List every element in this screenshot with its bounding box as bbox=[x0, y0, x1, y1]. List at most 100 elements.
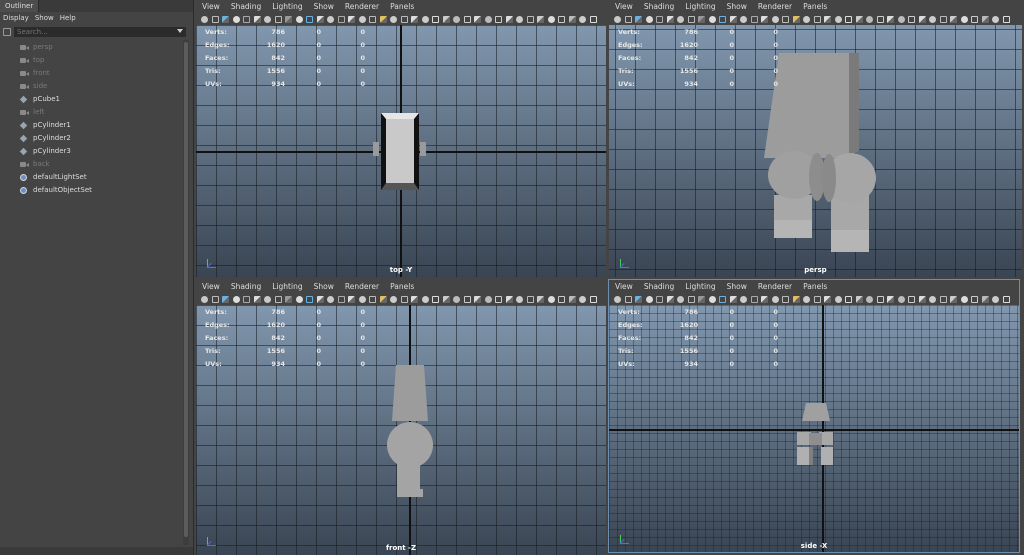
toolbar-icon[interactable] bbox=[568, 16, 576, 23]
toolbar-icon[interactable] bbox=[264, 296, 271, 303]
toolbar-icon[interactable] bbox=[579, 16, 586, 23]
toolbar-icon[interactable] bbox=[411, 16, 418, 23]
viewport-menu-shading[interactable]: Shading bbox=[644, 280, 674, 294]
toolbar-icon[interactable] bbox=[939, 16, 947, 23]
toolbar-icon[interactable] bbox=[537, 296, 544, 303]
toolbar-icon[interactable] bbox=[327, 16, 334, 23]
viewport-menu-show[interactable]: Show bbox=[314, 280, 334, 294]
toolbar-icon[interactable] bbox=[516, 296, 523, 303]
toolbar-icon[interactable] bbox=[887, 16, 894, 23]
viewport-menu-shading[interactable]: Shading bbox=[231, 0, 261, 14]
toolbar-icon[interactable] bbox=[992, 296, 999, 303]
toolbar-icon[interactable] bbox=[526, 16, 534, 23]
viewport-menu-lighting[interactable]: Lighting bbox=[272, 280, 302, 294]
toolbar-icon[interactable] bbox=[316, 16, 324, 23]
toolbar-icon[interactable] bbox=[400, 296, 408, 303]
outliner-search-input[interactable] bbox=[14, 27, 186, 37]
viewport-canvas[interactable]: Verts: 786 0 0 Edges: 1620 0 0 Faces: 842 0 0 Tris: 1… bbox=[609, 305, 1019, 553]
toolbar-icon[interactable] bbox=[782, 296, 789, 303]
toolbar-icon[interactable] bbox=[547, 16, 555, 23]
toolbar-icon[interactable] bbox=[771, 16, 779, 23]
toolbar-icon[interactable] bbox=[866, 296, 873, 303]
outliner-item[interactable]: pCylinder1 bbox=[0, 119, 183, 132]
toolbar-icon[interactable] bbox=[558, 296, 565, 303]
outliner-menu-show[interactable]: Show bbox=[35, 12, 54, 24]
toolbar-icon[interactable] bbox=[589, 296, 597, 303]
toolbar-icon[interactable] bbox=[579, 296, 586, 303]
toolbar-icon[interactable] bbox=[495, 16, 502, 23]
toolbar-icon[interactable] bbox=[348, 16, 355, 23]
toolbar-icon[interactable] bbox=[614, 296, 621, 303]
toolbar-icon[interactable] bbox=[421, 296, 429, 303]
toolbar-icon[interactable] bbox=[474, 296, 481, 303]
toolbar-icon[interactable] bbox=[614, 16, 621, 23]
toolbar-icon[interactable] bbox=[306, 16, 313, 23]
toolbar-icon[interactable] bbox=[918, 296, 926, 303]
toolbar-icon[interactable] bbox=[295, 16, 303, 23]
viewport-canvas[interactable]: Verts: 786 0 0 Edges: 1620 0 0 Faces: 842 0 0 Tris: 1… bbox=[196, 25, 606, 277]
toolbar-icon[interactable] bbox=[327, 296, 334, 303]
toolbar-icon[interactable] bbox=[845, 16, 852, 23]
toolbar-icon[interactable] bbox=[505, 296, 513, 303]
viewport-menu-view[interactable]: View bbox=[202, 0, 220, 14]
viewport-menu-show[interactable]: Show bbox=[314, 0, 334, 14]
toolbar-icon[interactable] bbox=[971, 296, 978, 303]
toolbar-icon[interactable] bbox=[855, 296, 863, 303]
toolbar-icon[interactable] bbox=[687, 16, 695, 23]
toolbar-icon[interactable] bbox=[442, 296, 450, 303]
toolbar-icon[interactable] bbox=[792, 296, 800, 303]
toolbar-icon[interactable] bbox=[750, 16, 758, 23]
toolbar-icon[interactable] bbox=[708, 296, 716, 303]
toolbar-icon[interactable] bbox=[876, 296, 884, 303]
outliner-scrollbar[interactable] bbox=[183, 40, 189, 545]
toolbar-icon[interactable] bbox=[369, 16, 376, 23]
toolbar-icon[interactable] bbox=[453, 16, 460, 23]
toolbar-icon[interactable] bbox=[908, 296, 915, 303]
toolbar-icon[interactable] bbox=[677, 296, 684, 303]
toolbar-icon[interactable] bbox=[316, 296, 324, 303]
toolbar-icon[interactable] bbox=[698, 296, 705, 303]
toolbar-icon[interactable] bbox=[558, 16, 565, 23]
toolbar-icon[interactable] bbox=[432, 16, 439, 23]
toolbar-icon[interactable] bbox=[264, 16, 271, 23]
toolbar-icon[interactable] bbox=[719, 296, 726, 303]
toolbar-icon[interactable] bbox=[635, 296, 642, 303]
toolbar-icon[interactable] bbox=[887, 296, 894, 303]
viewport-menu-view[interactable]: View bbox=[615, 280, 633, 294]
toolbar-icon[interactable] bbox=[379, 16, 387, 23]
viewport-menu-view[interactable]: View bbox=[202, 280, 220, 294]
toolbar-icon[interactable] bbox=[537, 16, 544, 23]
toolbar-icon[interactable] bbox=[222, 296, 229, 303]
toolbar-icon[interactable] bbox=[306, 296, 313, 303]
toolbar-icon[interactable] bbox=[358, 16, 366, 23]
outliner-item[interactable]: side bbox=[0, 80, 183, 93]
toolbar-icon[interactable] bbox=[666, 16, 674, 23]
toolbar-icon[interactable] bbox=[358, 296, 366, 303]
toolbar-icon[interactable] bbox=[222, 16, 229, 23]
toolbar-icon[interactable] bbox=[505, 16, 513, 23]
toolbar-icon[interactable] bbox=[201, 16, 208, 23]
toolbar-icon[interactable] bbox=[992, 16, 999, 23]
toolbar-icon[interactable] bbox=[960, 16, 968, 23]
toolbar-icon[interactable] bbox=[211, 296, 219, 303]
toolbar-icon[interactable] bbox=[274, 296, 282, 303]
toolbar-icon[interactable] bbox=[855, 16, 863, 23]
toolbar-icon[interactable] bbox=[285, 16, 292, 23]
viewport-menu-lighting[interactable]: Lighting bbox=[272, 0, 302, 14]
viewport-menu-show[interactable]: Show bbox=[727, 280, 747, 294]
viewport-menu-show[interactable]: Show bbox=[727, 0, 747, 14]
toolbar-icon[interactable] bbox=[792, 16, 800, 23]
outliner-menu-display[interactable]: Display bbox=[3, 12, 29, 24]
toolbar-icon[interactable] bbox=[950, 296, 957, 303]
toolbar-icon[interactable] bbox=[453, 296, 460, 303]
toolbar-icon[interactable] bbox=[897, 296, 905, 303]
toolbar-icon[interactable] bbox=[589, 16, 597, 23]
outliner-item[interactable]: front bbox=[0, 67, 183, 80]
toolbar-icon[interactable] bbox=[845, 296, 852, 303]
viewport-menu-renderer[interactable]: Renderer bbox=[345, 0, 379, 14]
toolbar-icon[interactable] bbox=[337, 296, 345, 303]
viewport-canvas[interactable]: Verts: 786 0 0 Edges: 1620 0 0 Faces: 842 0 0 Tris: 1… bbox=[609, 25, 1022, 277]
toolbar-icon[interactable] bbox=[824, 16, 831, 23]
viewport-menu-panels[interactable]: Panels bbox=[390, 280, 414, 294]
toolbar-icon[interactable] bbox=[474, 16, 481, 23]
